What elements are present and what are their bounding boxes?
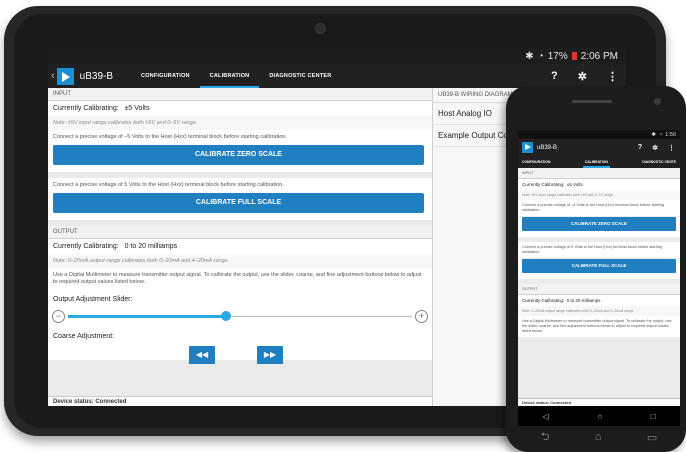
tab-diagnostic-center[interactable]: DIAGNOSTIC CENTE [640,156,678,168]
calibrate-full-scale-button[interactable]: CALIBRATE FULL SCALE [53,193,424,213]
output-currently-calibrating: Currently Calibrating: 0 to 20 milliamps [518,295,680,306]
slider-label: Output Adjustment Slider: [48,290,432,305]
phone-device: ✱ ◔ 1:50 uB39-B ? ✲ ⋮ CONFIGURATION CALI… [506,86,686,452]
nav-home-button[interactable]: ○ [597,412,602,421]
nav-recents-button[interactable]: □ [651,412,656,421]
coarse-adjustment-controls: ◀◀ ▶▶ [48,340,432,364]
input-currently-value: ±5 Volts [124,105,150,112]
output-description: Use a Digital Multimeter to measure tran… [48,268,432,290]
phone-app-bar: uB39-B ? ✲ ⋮ [518,139,680,156]
phone-hardware-keys: ⮌ ⌂ ▭ [518,426,680,448]
phone-speaker [572,100,612,103]
input-currently-label: Currently Calibrating: [53,105,119,112]
help-button[interactable]: ? [551,70,558,82]
output-section-header: OUTPUT [48,226,432,239]
app-logo-icon [522,142,533,153]
hw-recents-icon[interactable]: ▭ [647,431,657,444]
zero-scale-description: Connect a precise voltage of –5 Volts to… [48,130,432,145]
slider-fill [68,315,227,318]
output-note: Note: 0–20mA output range calibrates bot… [518,306,680,316]
device-status: Device status: Connected [48,396,432,406]
coarse-decrease-button[interactable]: ◀◀ [189,346,215,364]
hw-back-icon[interactable]: ⮌ [541,428,550,447]
output-section-header: OUTPUT [518,284,680,295]
coarse-adjustment-label: Coarse Adjustment: [48,331,432,340]
phone-nav-bar: ◁ ○ □ [518,406,680,426]
input-section-header: INPUT [48,88,432,101]
output-note: Note: 0–20mA output range calibrates bot… [48,254,432,268]
app-logo-icon [56,67,74,85]
wifi-icon: ◔ [658,131,663,138]
coarse-increase-button[interactable]: ▶▶ [257,346,283,364]
tab-configuration[interactable]: CONFIGURATION [520,156,552,168]
output-currently-value: 0 to 20 milliamps [124,243,178,250]
input-note: Note: ±5V input range calibrates both ±5… [48,116,432,130]
overflow-menu-button[interactable]: ⋮ [607,70,618,83]
calibrate-zero-scale-button[interactable]: CALIBRATE ZERO SCALE [522,217,676,231]
nav-back-button[interactable]: ◁ [542,412,548,421]
battery-percent: 17% [547,50,568,62]
phone-camera [654,98,661,105]
bluetooth-icon: ✱ [525,50,534,62]
input-currently-calibrating: Currently Calibrating: ±5 Volts [518,179,680,190]
input-section-header: INPUT [518,168,680,179]
output-description: Use a Digital Multimeter to measure tran… [518,316,680,337]
gear-icon[interactable]: ✲ [578,70,587,83]
phone-app-title: uB39-B [537,144,558,151]
full-scale-description: Connect a precise voltage of 5 Volts to … [518,242,680,258]
output-currently-label: Currently Calibrating: [522,298,565,303]
app-title: uB39-B [79,70,114,82]
input-currently-label: Currently Calibrating: [522,182,565,187]
calibrate-full-scale-button[interactable]: CALIBRATE FULL SCALE [522,259,676,273]
battery-icon [571,52,577,60]
slider-decrease-button[interactable]: − [52,310,65,323]
calibrate-zero-scale-button[interactable]: CALIBRATE ZERO SCALE [53,145,424,165]
zero-scale-description: Connect a precise voltage of –5 Volts to… [518,200,680,216]
phone-calibration-panel: INPUT Currently Calibrating: ±5 Volts No… [518,168,680,406]
calibration-panel: INPUT Currently Calibrating: ±5 Volts No… [48,88,432,406]
bluetooth-icon: ✱ [651,131,656,138]
input-note: Note: ±5V input range calibrates both ±5… [518,190,680,200]
output-currently-calibrating: Currently Calibrating: 0 to 20 milliamps [48,239,432,254]
overflow-menu-button[interactable]: ⋮ [668,144,675,152]
app-bar: ‹ uB39-B CONFIGURATION CALIBRATION DIAGN… [48,64,626,88]
phone-tabs: CONFIGURATION CALIBRATION DIAGNOSTIC CEN… [518,156,680,168]
output-currently-value: 0 to 20 milliamps [566,298,601,303]
phone-status-time: 1:50 [665,131,676,138]
tab-calibration[interactable]: CALIBRATION [582,156,610,168]
wifi-icon: ◔ [537,50,544,62]
slider-increase-button[interactable]: + [415,310,428,323]
input-currently-calibrating: Currently Calibrating: ±5 Volts [48,101,432,116]
output-adjustment-slider[interactable]: − + [48,305,432,331]
status-time: 2:06 PM [580,50,618,62]
phone-status-bar: ✱ ◔ 1:50 [518,130,680,139]
chevron-left-icon[interactable]: ‹ [51,70,55,82]
full-scale-description: Connect a precise voltage of 5 Volts to … [48,178,432,193]
tablet-camera [315,23,326,34]
output-currently-label: Currently Calibrating: [53,243,119,250]
status-bar: ✱ ◔ 17% 2:06 PM [48,48,626,64]
input-currently-value: ±5 Volts [566,182,583,187]
help-button[interactable]: ? [638,144,642,151]
tab-configuration[interactable]: CONFIGURATION [131,64,200,88]
gear-icon[interactable]: ✲ [652,144,658,152]
device-status: Device status: Connected [518,398,680,406]
tab-diagnostic-center[interactable]: DIAGNOSTIC CENTER [259,64,341,88]
slider-thumb[interactable] [221,311,232,321]
hw-home-icon[interactable]: ⌂ [595,431,602,443]
tab-calibration[interactable]: CALIBRATION [199,64,260,88]
phone-screen: ✱ ◔ 1:50 uB39-B ? ✲ ⋮ CONFIGURATION CALI… [518,130,680,426]
